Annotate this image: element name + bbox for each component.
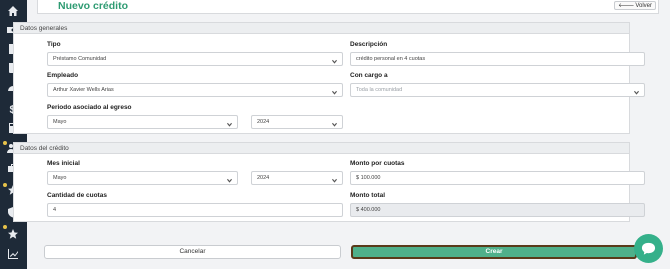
monto-total-value: $ 400.000 xyxy=(356,207,381,213)
periodo-label: Periodo asociado al egreso xyxy=(47,104,132,111)
cantidad-cuotas-input[interactable]: 4 xyxy=(47,203,343,217)
cancel-button[interactable]: Cancelar xyxy=(44,245,341,259)
monto-cuotas-input[interactable]: $ 100.000 xyxy=(350,171,645,185)
anio-inicial-select[interactable]: 2024 xyxy=(251,171,343,185)
periodo-anio-value: 2024 xyxy=(257,119,270,125)
cargo-select[interactable]: Toda la comunidad xyxy=(350,83,645,97)
chevron-down-icon xyxy=(331,176,338,183)
empleado-value: Arthur Xavier Wells Arias xyxy=(53,87,114,93)
descripcion-label: Descripción xyxy=(350,41,388,48)
cantidad-cuotas-label: Cantidad de cuotas xyxy=(47,192,107,199)
back-button[interactable]: 🡐 Volver xyxy=(614,1,656,10)
chevron-down-icon xyxy=(633,88,640,95)
back-button-label: Volver xyxy=(635,2,652,9)
tipo-select[interactable]: Préstamo Comunidad xyxy=(47,52,343,66)
chevron-down-icon xyxy=(331,120,338,127)
descripcion-input[interactable]: crédito personal en 4 cuotas xyxy=(350,52,645,66)
star-icon[interactable] xyxy=(5,226,21,242)
chat-icon xyxy=(641,242,656,255)
section-title: Datos generales xyxy=(14,23,629,34)
monto-total-input: $ 400.000 xyxy=(350,203,645,217)
tipo-label: Tipo xyxy=(47,41,61,48)
empleado-select[interactable]: Arthur Xavier Wells Arias xyxy=(47,83,343,97)
monto-total-label: Monto total xyxy=(350,192,386,199)
chevron-down-icon xyxy=(331,57,338,64)
section-title: Datos del crédito xyxy=(14,143,629,154)
mes-inicial-value: Mayo xyxy=(53,175,67,181)
periodo-mes-select[interactable]: Mayo xyxy=(47,115,238,129)
create-button[interactable]: Crear xyxy=(351,245,637,259)
descripcion-value: crédito personal en 4 cuotas xyxy=(356,56,426,62)
monto-cuotas-label: Monto por cuotas xyxy=(350,160,405,167)
mes-inicial-select[interactable]: Mayo xyxy=(47,171,238,185)
cargo-placeholder: Toda la comunidad xyxy=(356,87,403,93)
chevron-down-icon xyxy=(331,88,338,95)
cantidad-cuotas-value: 4 xyxy=(53,207,57,213)
empleado-label: Empleado xyxy=(47,72,79,79)
page-title: Nuevo crédito xyxy=(58,0,129,12)
page-header: Nuevo crédito 🡐 Volver xyxy=(37,0,659,14)
chart-icon[interactable] xyxy=(5,246,21,262)
arrow-left-icon: 🡐 xyxy=(618,3,635,9)
notification-dot xyxy=(3,225,7,229)
anio-inicial-value: 2024 xyxy=(257,175,270,181)
chevron-down-icon xyxy=(226,120,233,127)
chat-support-button[interactable] xyxy=(634,234,663,263)
periodo-mes-value: Mayo xyxy=(53,119,67,125)
periodo-anio-select[interactable]: 2024 xyxy=(251,115,343,129)
mes-inicial-label: Mes inicial xyxy=(47,160,80,167)
notification-dot xyxy=(3,141,7,145)
cargo-label: Con cargo a xyxy=(350,72,388,79)
chevron-down-icon xyxy=(226,176,233,183)
home-icon[interactable] xyxy=(5,3,21,19)
tipo-value: Préstamo Comunidad xyxy=(53,56,107,62)
monto-cuotas-value: $ 100.000 xyxy=(356,175,381,181)
notification-dot xyxy=(3,183,7,187)
